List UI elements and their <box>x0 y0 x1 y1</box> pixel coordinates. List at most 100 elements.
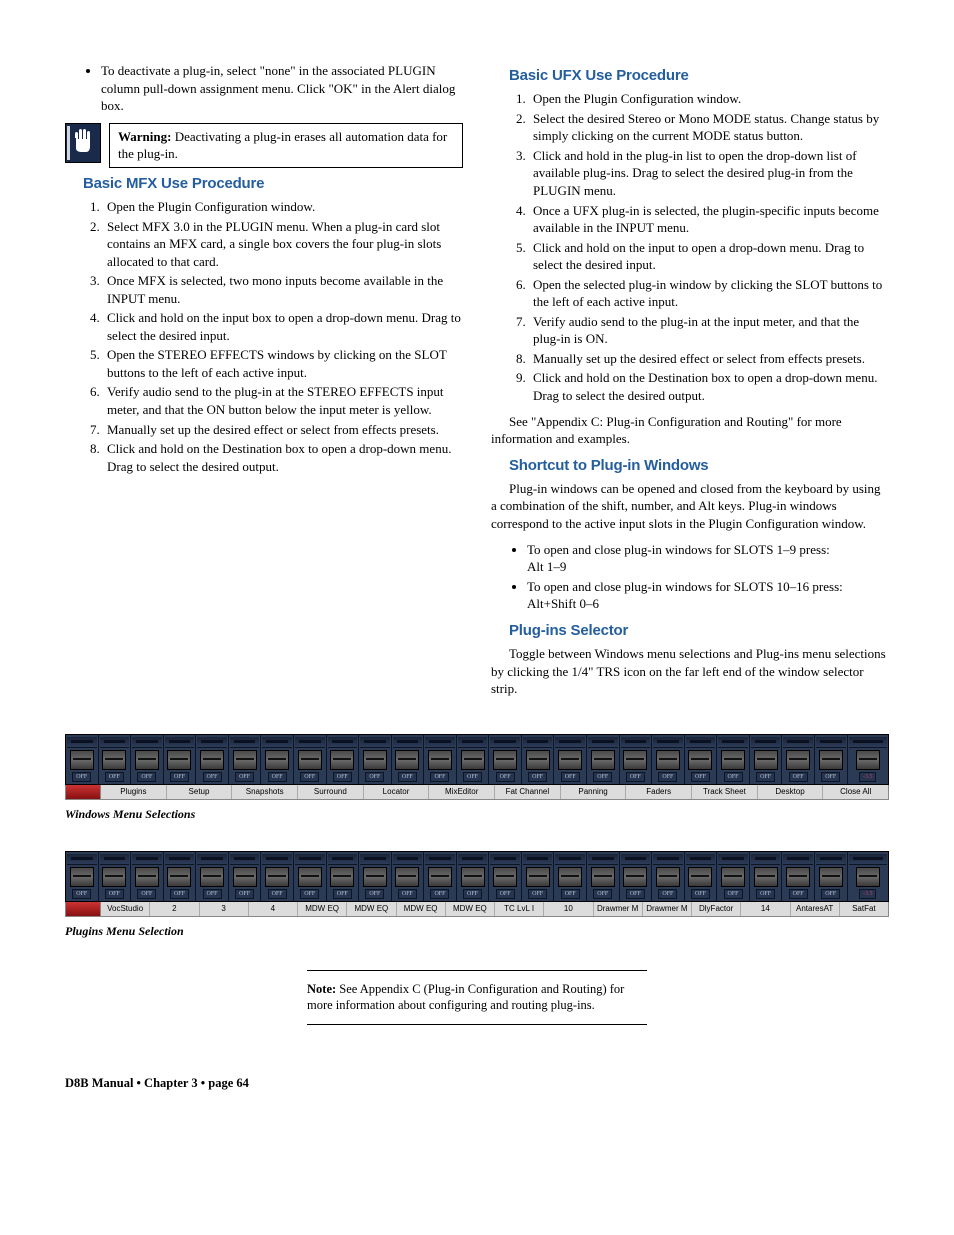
fader[interactable] <box>623 867 647 887</box>
channel[interactable]: OFF <box>620 852 653 901</box>
off-button[interactable]: OFF <box>333 772 352 782</box>
selector-label[interactable]: Faders <box>626 785 692 800</box>
off-button[interactable]: OFF <box>561 772 580 782</box>
channel[interactable]: OFF <box>685 735 718 784</box>
off-button[interactable]: OFF <box>137 772 156 782</box>
fader[interactable] <box>656 867 680 887</box>
off-button[interactable]: OFF <box>170 889 189 899</box>
off-button[interactable]: OFF <box>203 772 222 782</box>
channel[interactable]: OFF <box>229 852 262 901</box>
off-button[interactable]: OFF <box>235 889 254 899</box>
off-button[interactable]: OFF <box>691 772 710 782</box>
off-button[interactable]: OFF <box>430 772 449 782</box>
selector-label[interactable]: 3 <box>200 902 249 917</box>
off-button[interactable]: OFF <box>268 889 287 899</box>
channel[interactable]: OFF <box>99 852 132 901</box>
selector-label[interactable]: AntaresAT <box>791 902 840 917</box>
selector-label[interactable]: DlyFactor <box>692 902 741 917</box>
off-button[interactable]: OFF <box>658 889 677 899</box>
channel[interactable]: OFF <box>750 735 783 784</box>
channel[interactable]: OFF <box>424 735 457 784</box>
channel[interactable]: OFF <box>424 852 457 901</box>
selector-label[interactable]: 2 <box>150 902 199 917</box>
fader[interactable] <box>786 867 810 887</box>
fader[interactable] <box>558 867 582 887</box>
off-button[interactable]: OFF <box>789 889 808 899</box>
off-button[interactable]: OFF <box>398 772 417 782</box>
channel[interactable]: OFF <box>782 852 815 901</box>
trs-toggle-icon[interactable] <box>66 785 101 800</box>
fader[interactable] <box>395 750 419 770</box>
channel[interactable]: OFF <box>99 735 132 784</box>
selector-label[interactable]: MixEditor <box>429 785 495 800</box>
channel[interactable]: OFF <box>261 852 294 901</box>
fader[interactable] <box>656 750 680 770</box>
selector-label[interactable]: Track Sheet <box>692 785 758 800</box>
channel[interactable]: OFF <box>327 852 360 901</box>
fader[interactable] <box>493 867 517 887</box>
off-button[interactable]: OFF <box>105 772 124 782</box>
channel[interactable]: OFF <box>131 735 164 784</box>
off-button[interactable]: OFF <box>72 889 91 899</box>
channel[interactable]: OFF <box>294 735 327 784</box>
off-button[interactable]: OFF <box>756 772 775 782</box>
off-button[interactable]: OFF <box>496 772 515 782</box>
fader[interactable] <box>70 867 94 887</box>
fader[interactable] <box>623 750 647 770</box>
off-button[interactable]: OFF <box>300 889 319 899</box>
fader[interactable] <box>819 867 843 887</box>
selector-label[interactable]: MDW EQ <box>446 902 495 917</box>
channel[interactable]: OFF <box>392 852 425 901</box>
fader[interactable] <box>70 750 94 770</box>
channel[interactable]: OFF <box>587 735 620 784</box>
off-button[interactable]: OFF <box>365 889 384 899</box>
master-fader[interactable] <box>856 750 880 770</box>
fader[interactable] <box>526 867 550 887</box>
fader[interactable] <box>754 750 778 770</box>
selector-label[interactable]: 10 <box>544 902 593 917</box>
fader[interactable] <box>558 750 582 770</box>
off-button[interactable]: OFF <box>561 889 580 899</box>
channel[interactable]: OFF <box>554 735 587 784</box>
selector-label[interactable]: Close All <box>823 785 888 800</box>
off-button[interactable]: OFF <box>170 772 189 782</box>
channel[interactable]: OFF <box>327 735 360 784</box>
fader[interactable] <box>591 750 615 770</box>
off-button[interactable]: OFF <box>365 772 384 782</box>
off-button[interactable]: OFF <box>496 889 515 899</box>
off-button[interactable]: OFF <box>528 889 547 899</box>
fader[interactable] <box>493 750 517 770</box>
off-button[interactable]: OFF <box>235 772 254 782</box>
channel[interactable]: OFF <box>652 735 685 784</box>
off-button[interactable]: OFF <box>300 772 319 782</box>
fader[interactable] <box>819 750 843 770</box>
channel[interactable]: OFF <box>489 735 522 784</box>
fader[interactable] <box>298 867 322 887</box>
channel[interactable]: OFF <box>457 735 490 784</box>
fader[interactable] <box>265 867 289 887</box>
fader[interactable] <box>591 867 615 887</box>
selector-label[interactable]: Drawmer M <box>643 902 692 917</box>
master-fader[interactable] <box>856 867 880 887</box>
fader[interactable] <box>233 750 257 770</box>
fader[interactable] <box>786 750 810 770</box>
channel[interactable]: OFF <box>815 852 848 901</box>
channel[interactable]: OFF <box>522 735 555 784</box>
channel[interactable]: OFF <box>294 852 327 901</box>
fader[interactable] <box>102 750 126 770</box>
fader[interactable] <box>233 867 257 887</box>
channel[interactable]: OFF <box>392 735 425 784</box>
trs-toggle-icon[interactable] <box>66 902 101 917</box>
off-button[interactable]: OFF <box>137 889 156 899</box>
selector-label[interactable]: Fat Channel <box>495 785 561 800</box>
off-button[interactable]: OFF <box>593 889 612 899</box>
off-button[interactable]: OFF <box>626 889 645 899</box>
off-button[interactable]: OFF <box>724 772 743 782</box>
channel[interactable]: OFF <box>717 852 750 901</box>
fader[interactable] <box>167 867 191 887</box>
fader[interactable] <box>721 867 745 887</box>
off-button[interactable]: OFF <box>756 889 775 899</box>
fader[interactable] <box>200 867 224 887</box>
fader[interactable] <box>265 750 289 770</box>
channel[interactable]: OFF <box>164 735 197 784</box>
